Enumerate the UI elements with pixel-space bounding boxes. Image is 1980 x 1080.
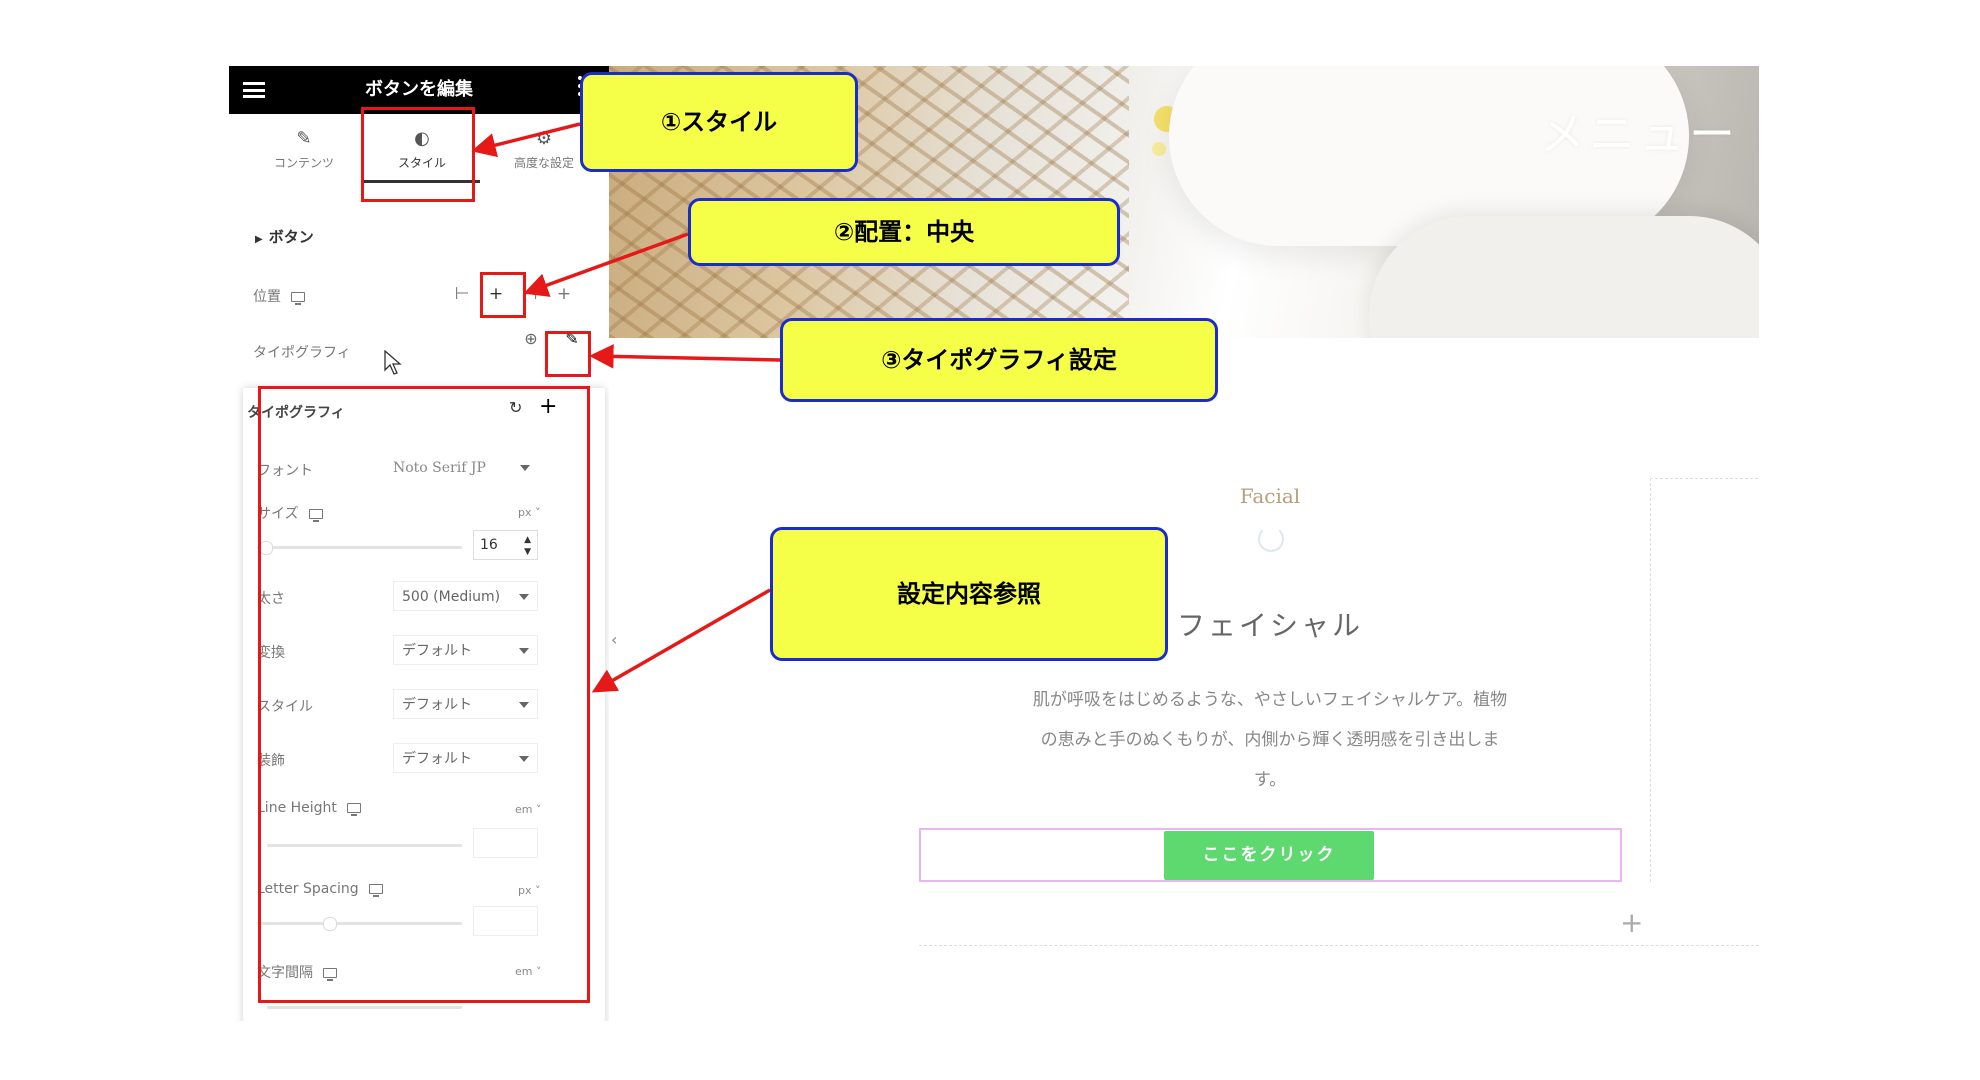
highlight-style-tab: [361, 107, 475, 202]
highlight-edit-typography: [545, 331, 591, 377]
highlight-align-center: [480, 272, 526, 318]
callout-settings: 設定内容参照: [770, 527, 1168, 661]
arrow-2: [523, 232, 689, 297]
mouse-cursor-icon: [384, 350, 402, 375]
callout-typography: ③タイポグラフィ設定: [780, 318, 1218, 402]
arrow-4: [591, 588, 771, 693]
arrow-3: [589, 344, 781, 369]
arrow-1: [471, 122, 581, 158]
highlight-typography-popover: [258, 386, 590, 1003]
callout-align: ②配置：中央: [688, 198, 1120, 266]
callout-style: ①スタイル: [580, 72, 858, 172]
